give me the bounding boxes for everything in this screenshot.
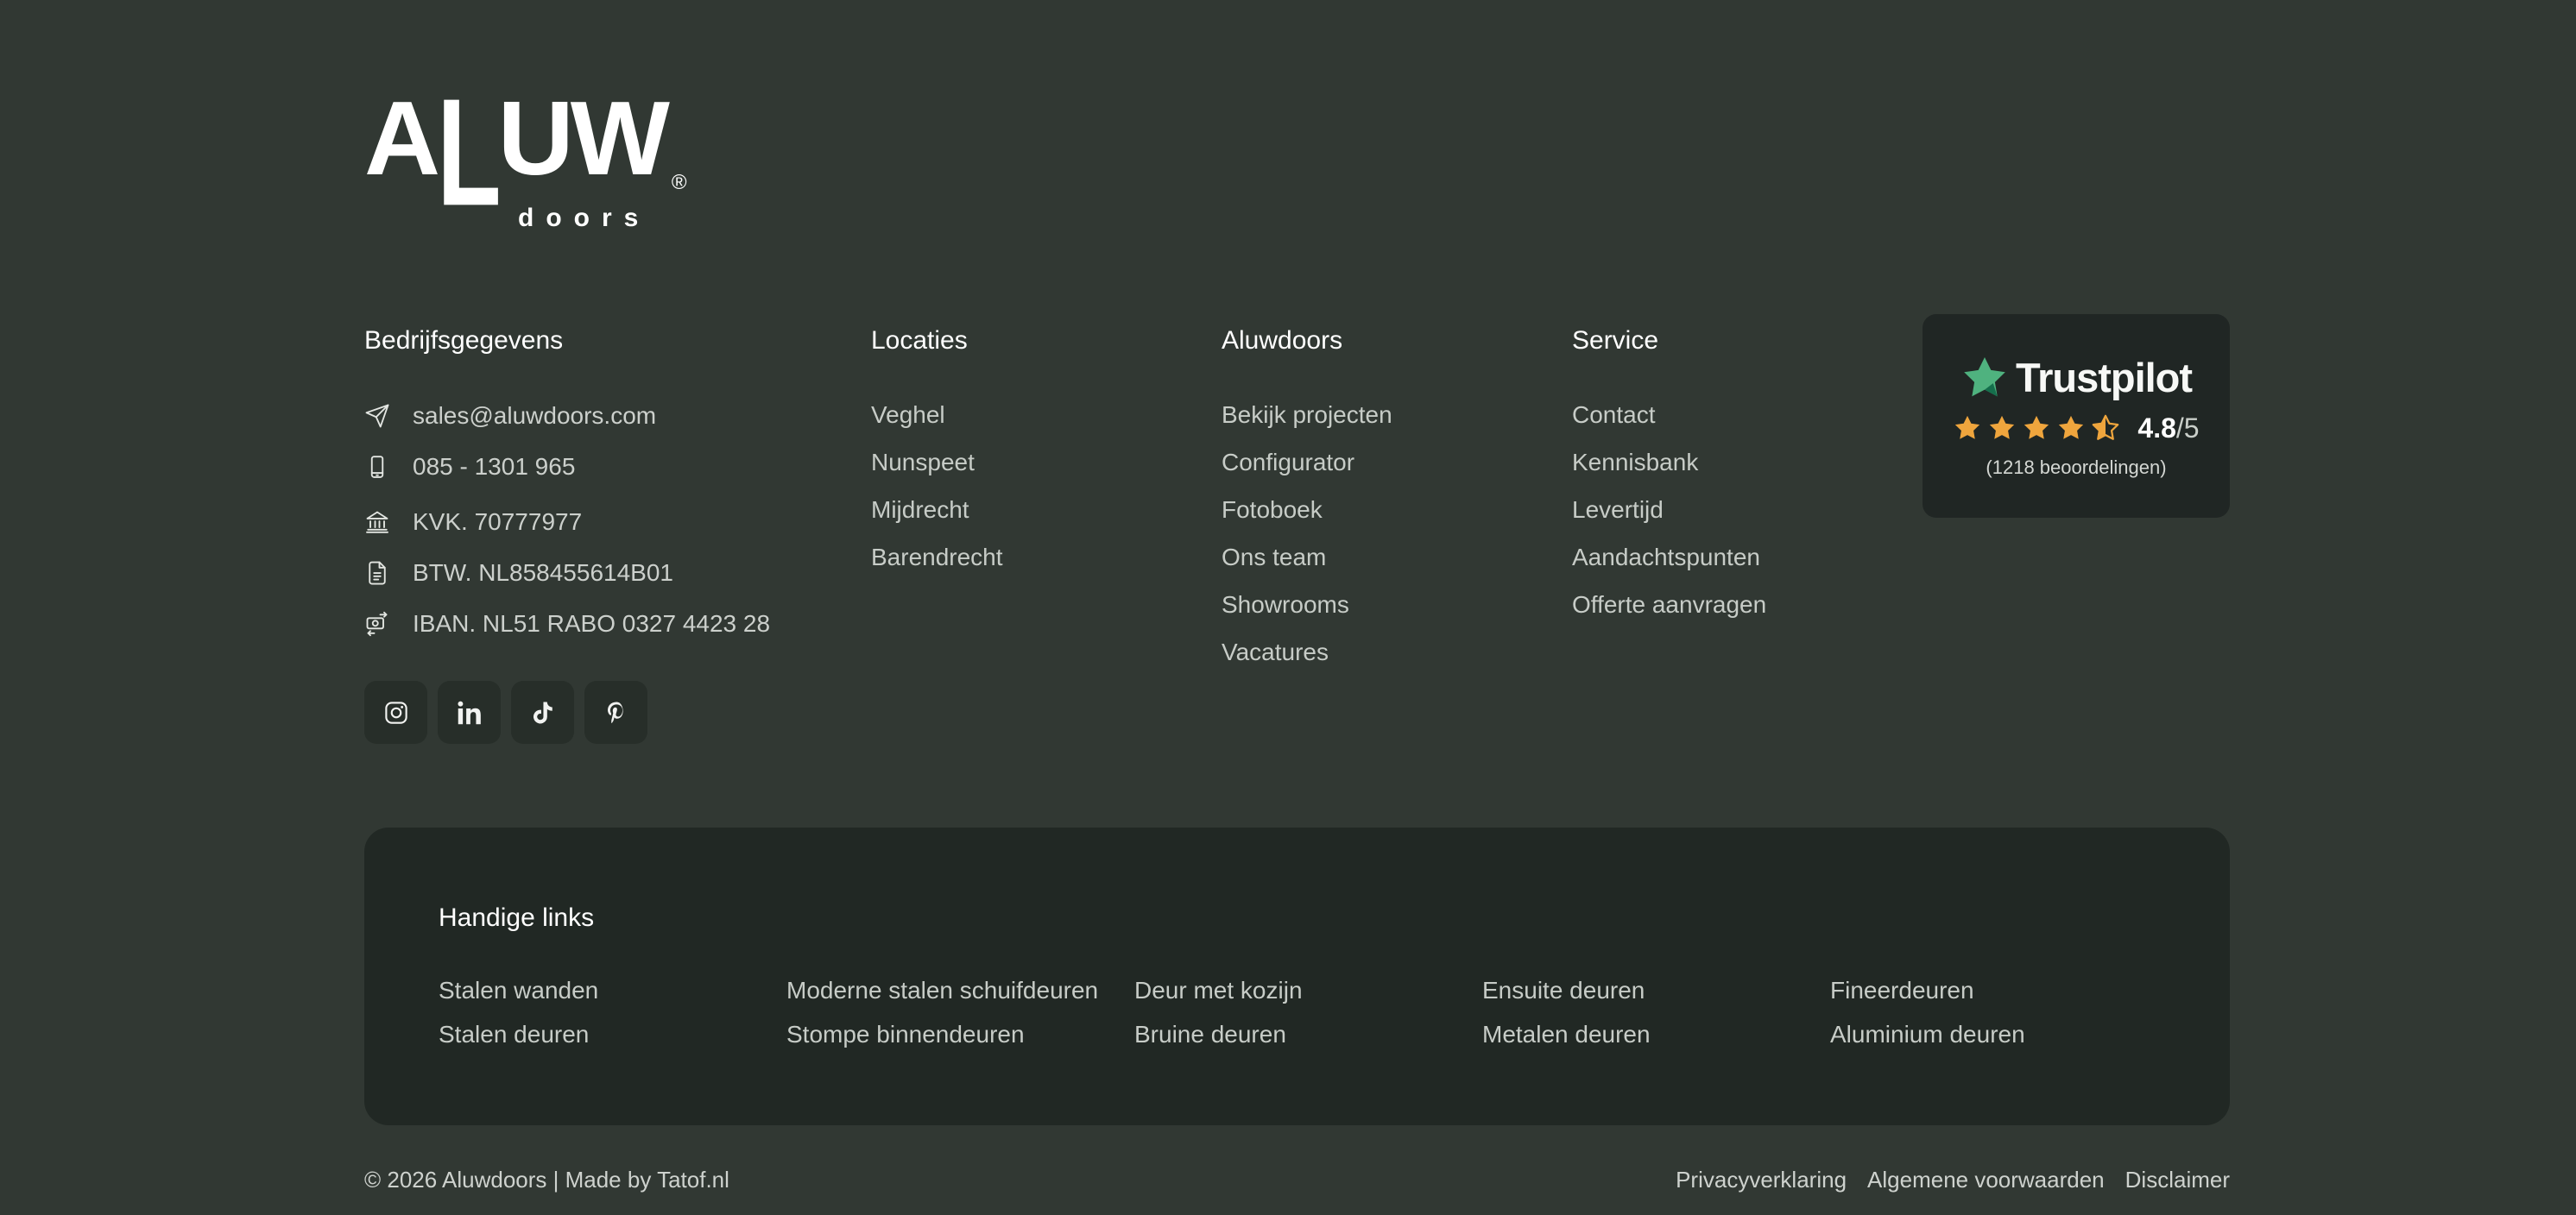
trustpilot-widget[interactable]: Trustpilot 4.8/5 (1218 beoordelingen) xyxy=(1923,314,2230,518)
link-vacatures[interactable]: Vacatures xyxy=(1222,639,1329,665)
pinterest-icon xyxy=(603,700,629,726)
score-value: 4.8 xyxy=(2137,412,2175,444)
link-contact[interactable]: Contact xyxy=(1572,401,1656,428)
link-bruine-deuren[interactable]: Bruine deuren xyxy=(1134,1022,1482,1047)
column-title: Bedrijfsgegevens xyxy=(364,326,871,356)
link-showrooms[interactable]: Showrooms xyxy=(1222,591,1349,618)
logo-letter: L xyxy=(437,92,498,212)
linkedin-icon xyxy=(457,700,483,726)
aluwdoors-list: Bekijk projecten Configurator Fotoboek O… xyxy=(1222,402,1572,669)
column-title: Aluwdoors xyxy=(1222,326,1572,356)
link-aandachtspunten[interactable]: Aandachtspunten xyxy=(1572,544,1760,570)
star-icon xyxy=(2022,413,2051,443)
trustpilot-star-icon xyxy=(1960,354,2009,402)
link-levertijd[interactable]: Levertijd xyxy=(1572,496,1664,523)
handy-links-column: Stalen wanden Stalen deuren xyxy=(439,978,786,1047)
instagram-button[interactable] xyxy=(364,681,427,744)
file-text-icon xyxy=(364,560,390,586)
banknote-icon xyxy=(364,611,390,637)
handy-links-title: Handige links xyxy=(439,903,2195,933)
email-text: sales@aluwdoors.com xyxy=(413,402,656,430)
aluwdoors-logo[interactable]: ALUW ® doors xyxy=(364,97,692,233)
legal-links: Privacyverklaring Algemene voorwaarden D… xyxy=(1676,1167,2230,1193)
handy-links-column: Moderne stalen schuifdeuren Stompe binne… xyxy=(786,978,1134,1047)
link-ons-team[interactable]: Ons team xyxy=(1222,544,1326,570)
company-ids: KVK. 70777977 BTW. NL858455614B01 IBAN. … xyxy=(364,508,871,638)
trustpilot-score: 4.8/5 xyxy=(2137,412,2199,444)
trustpilot-review-count: (1218 beoordelingen) xyxy=(1986,456,2166,479)
smartphone-icon xyxy=(364,454,390,480)
service-list: Contact Kennisbank Levertijd Aandachtspu… xyxy=(1572,402,1923,621)
social-buttons xyxy=(364,681,871,744)
handy-links-column: Fineerdeuren Aluminium deuren xyxy=(1830,978,2178,1047)
logo-subtitle: doors xyxy=(518,204,692,233)
logo-letter: W xyxy=(571,97,666,179)
link-fineerdeuren[interactable]: Fineerdeuren xyxy=(1830,978,2178,1003)
link-algemene-voorwaarden[interactable]: Algemene voorwaarden xyxy=(1867,1167,2105,1193)
link-barendrecht[interactable]: Barendrecht xyxy=(871,544,1003,570)
column-title: Locaties xyxy=(871,326,1222,356)
link-veghel[interactable]: Veghel xyxy=(871,401,945,428)
pinterest-button[interactable] xyxy=(584,681,647,744)
trustpilot-rating: 4.8/5 xyxy=(1953,412,2199,444)
link-kennisbank[interactable]: Kennisbank xyxy=(1572,449,1698,475)
link-stalen-wanden[interactable]: Stalen wanden xyxy=(439,978,786,1003)
trustpilot-logo: Trustpilot xyxy=(1960,354,2192,402)
btw-text: BTW. NL858455614B01 xyxy=(413,559,673,587)
phone-text: 085 - 1301 965 xyxy=(413,453,575,481)
column-locaties: Locaties Veghel Nunspeet Mijdrecht Baren… xyxy=(871,326,1222,592)
link-mijdrecht[interactable]: Mijdrecht xyxy=(871,496,969,523)
iban-text: IBAN. NL51 RABO 0327 4423 28 xyxy=(413,610,770,638)
logo-wordmark: ALUW ® xyxy=(364,97,692,183)
footer-columns: Bedrijfsgegevens sales@aluwdoors.com 085… xyxy=(364,326,2230,744)
logo-letter: U xyxy=(498,97,571,179)
score-suffix: /5 xyxy=(2176,412,2200,444)
half-star-icon xyxy=(2091,413,2120,443)
star-icon xyxy=(1987,413,2017,443)
column-bedrijfsgegevens: Bedrijfsgegevens sales@aluwdoors.com 085… xyxy=(364,326,871,744)
star-icon xyxy=(2056,413,2086,443)
link-deur-met-kozijn[interactable]: Deur met kozijn xyxy=(1134,978,1482,1003)
handy-links-panel: Handige links Stalen wanden Stalen deure… xyxy=(364,828,2230,1125)
link-configurator[interactable]: Configurator xyxy=(1222,449,1354,475)
handy-links-column: Ensuite deuren Metalen deuren xyxy=(1482,978,1830,1047)
locaties-list: Veghel Nunspeet Mijdrecht Barendrecht xyxy=(871,402,1222,574)
link-nunspeet[interactable]: Nunspeet xyxy=(871,449,975,475)
kvk-text: KVK. 70777977 xyxy=(413,508,582,536)
footer: ALUW ® doors Bedrijfsgegevens sales@aluw… xyxy=(364,0,2230,1193)
tiktok-icon xyxy=(530,700,556,726)
link-stompe-binnendeuren[interactable]: Stompe binnendeuren xyxy=(786,1022,1134,1047)
iban-row: IBAN. NL51 RABO 0327 4423 28 xyxy=(364,610,871,638)
registered-mark: ® xyxy=(672,173,687,193)
bank-icon xyxy=(364,509,390,535)
handy-links-columns: Stalen wanden Stalen deuren Moderne stal… xyxy=(439,978,2195,1047)
link-offerte-aanvragen[interactable]: Offerte aanvragen xyxy=(1572,591,1766,618)
link-aluminium-deuren[interactable]: Aluminium deuren xyxy=(1830,1022,2178,1047)
link-fotoboek[interactable]: Fotoboek xyxy=(1222,496,1323,523)
link-metalen-deuren[interactable]: Metalen deuren xyxy=(1482,1022,1830,1047)
linkedin-button[interactable] xyxy=(438,681,501,744)
link-disclaimer[interactable]: Disclaimer xyxy=(2125,1167,2230,1193)
column-aluwdoors: Aluwdoors Bekijk projecten Configurator … xyxy=(1222,326,1572,687)
column-title: Service xyxy=(1572,326,1923,356)
email-row[interactable]: sales@aluwdoors.com xyxy=(364,402,871,430)
link-stalen-deuren[interactable]: Stalen deuren xyxy=(439,1022,786,1047)
logo-letter: A xyxy=(364,97,437,179)
instagram-icon xyxy=(383,700,409,726)
trustpilot-brand: Trustpilot xyxy=(2016,354,2192,401)
link-ensuite-deuren[interactable]: Ensuite deuren xyxy=(1482,978,1830,1003)
phone-row[interactable]: 085 - 1301 965 xyxy=(364,453,871,481)
send-icon xyxy=(364,403,390,429)
btw-row: BTW. NL858455614B01 xyxy=(364,559,871,587)
handy-links-column: Deur met kozijn Bruine deuren xyxy=(1134,978,1482,1047)
link-privacyverklaring[interactable]: Privacyverklaring xyxy=(1676,1167,1847,1193)
copyright-text: © 2026 Aluwdoors | Made by Tatof.nl xyxy=(364,1167,729,1193)
link-moderne-stalen-schuifdeuren[interactable]: Moderne stalen schuifdeuren xyxy=(786,978,1134,1003)
star-icon xyxy=(1953,413,1982,443)
link-bekijk-projecten[interactable]: Bekijk projecten xyxy=(1222,401,1392,428)
bottom-bar: © 2026 Aluwdoors | Made by Tatof.nl Priv… xyxy=(364,1167,2230,1193)
kvk-row: KVK. 70777977 xyxy=(364,508,871,536)
column-service: Service Contact Kennisbank Levertijd Aan… xyxy=(1572,326,1923,639)
tiktok-button[interactable] xyxy=(511,681,574,744)
